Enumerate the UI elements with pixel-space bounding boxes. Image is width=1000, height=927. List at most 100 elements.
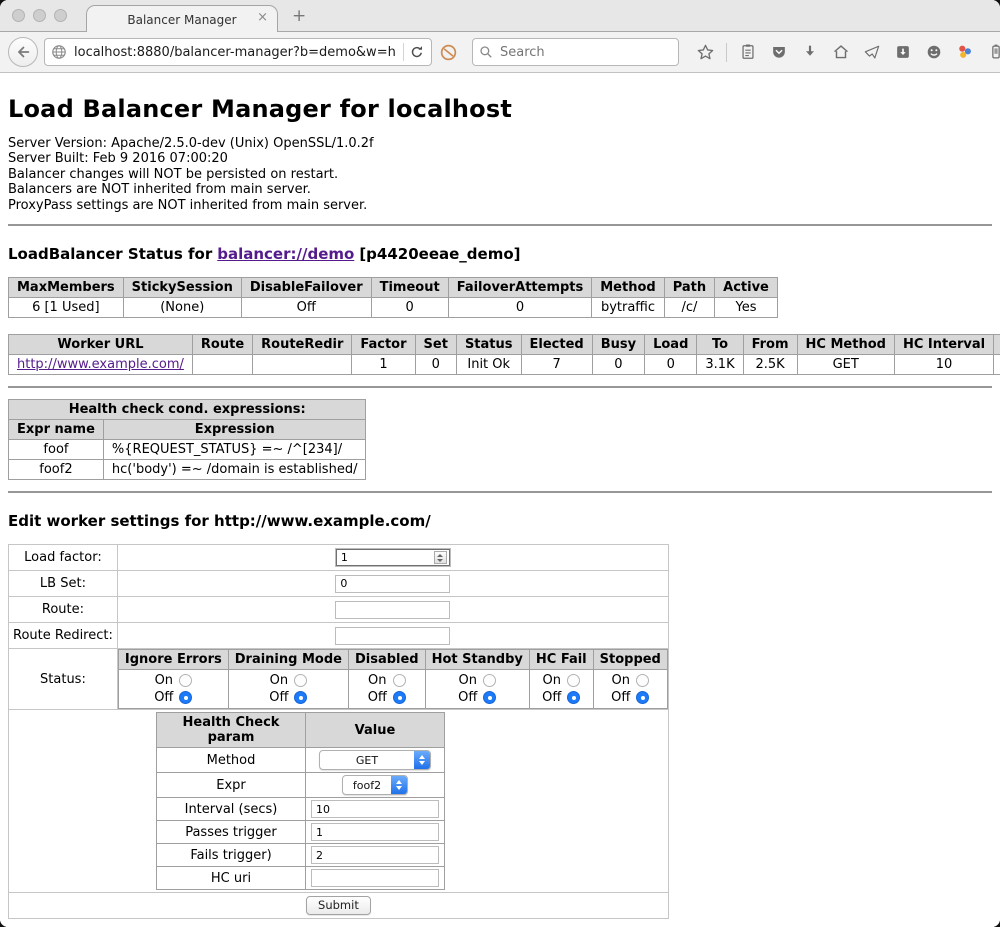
extension-panel-icon[interactable] (986, 42, 1000, 62)
inherit-note-line: Balancers are NOT inherited from main se… (8, 182, 992, 197)
send-tab-icon[interactable] (862, 42, 882, 62)
hc-header-row: Health Check param Value (157, 713, 445, 748)
tab-balancer-manager[interactable]: Balancer Manager × (86, 5, 278, 33)
status-label: Status: (9, 649, 118, 710)
balancer-demo-link[interactable]: balancer://demo (217, 245, 354, 263)
hc-fail-off-radio[interactable] (567, 691, 580, 704)
divider (8, 491, 992, 493)
content-blocker-icon[interactable] (438, 42, 458, 62)
col-maxmembers: MaxMembers (9, 278, 124, 298)
route-redirect-input[interactable] (335, 627, 450, 645)
url-input[interactable] (72, 44, 398, 61)
back-button[interactable] (8, 37, 38, 67)
form-row-health-check: Health Check param Value Method GET (9, 710, 669, 893)
reload-icon[interactable] (409, 44, 425, 60)
fails-input[interactable] (311, 846, 439, 864)
tab-close-icon[interactable]: × (257, 10, 268, 25)
feedback-smiley-icon[interactable] (924, 42, 944, 62)
load-factor-field (336, 549, 450, 566)
col-hc-param: Health Check param (157, 713, 306, 748)
form-row-load-factor: Load factor: (9, 545, 669, 571)
new-tab-button[interactable]: + (292, 6, 306, 26)
col-path: Path (664, 278, 714, 298)
hc-uri-input[interactable] (311, 869, 439, 887)
colored-dots-icon[interactable] (955, 42, 975, 62)
navigation-toolbar (0, 32, 1000, 73)
col-hot-standby: Hot Standby (425, 650, 529, 670)
pocket-icon[interactable] (769, 42, 789, 62)
table-header-row: Expr name Expression (9, 420, 366, 440)
proxypass-note-line: ProxyPass settings are NOT inherited fro… (8, 198, 992, 213)
search-bar[interactable] (472, 38, 679, 66)
search-input[interactable] (498, 44, 672, 61)
window-zoom-button[interactable] (54, 9, 67, 22)
form-row-submit: Submit (9, 893, 669, 919)
hc-expressions-table: Health check cond. expressions: Expr nam… (8, 399, 366, 480)
stopped-off-radio[interactable] (636, 691, 649, 704)
form-row-route: Route: (9, 597, 669, 623)
divider (8, 386, 992, 388)
worker-url-link[interactable]: http://www.example.com/ (17, 357, 184, 372)
reading-list-icon[interactable] (738, 42, 758, 62)
hc-fail-on-radio[interactable] (567, 674, 580, 687)
col-stopped: Stopped (593, 650, 667, 670)
status-table: Ignore Errors Draining Mode Disabled Hot… (118, 649, 668, 709)
url-bar[interactable] (44, 38, 432, 66)
url-divider (403, 43, 404, 61)
window-close-button[interactable] (12, 9, 25, 22)
stopped-on-radio[interactable] (636, 674, 649, 687)
heading-suffix: [p4420eeae_demo] (359, 245, 520, 263)
home-icon[interactable] (831, 42, 851, 62)
expr-row: foof2 hc('body') =~ /domain is establish… (9, 460, 366, 480)
hot-standby-on-radio[interactable] (483, 674, 496, 687)
method-select[interactable]: GET (319, 750, 431, 770)
table-row: 6 [1 Used] (None) Off 0 0 bytraffic /c/ … (9, 298, 778, 318)
browser-window: Balancer Manager × + (0, 0, 1000, 927)
col-timeout: Timeout (371, 278, 448, 298)
col-worker-url: Worker URL (9, 335, 193, 355)
window-minimize-button[interactable] (33, 9, 46, 22)
lb-set-input[interactable] (335, 575, 450, 593)
submit-button[interactable]: Submit (306, 896, 371, 915)
hc-row-expr: Expr foof2 (157, 773, 445, 798)
health-check-table: Health Check param Value Method GET (156, 712, 445, 890)
hc-expressions-title: Health check cond. expressions: (9, 400, 366, 420)
col-ignore-errors: Ignore Errors (118, 650, 228, 670)
hot-standby-off-radio[interactable] (483, 691, 496, 704)
draining-mode-off-radio[interactable] (294, 691, 307, 704)
route-input[interactable] (335, 601, 450, 619)
save-page-icon[interactable] (893, 42, 913, 62)
table-title-row: Health check cond. expressions: (9, 400, 366, 420)
col-stickysession: StickySession (123, 278, 241, 298)
heading-prefix: LoadBalancer Status for (8, 245, 212, 263)
load-factor-label: Load factor: (9, 545, 118, 571)
number-stepper-icon[interactable] (434, 551, 447, 564)
hc-row-passes: Passes trigger (157, 821, 445, 844)
disabled-off-radio[interactable] (393, 691, 406, 704)
server-built-line: Server Built: Feb 9 2016 07:00:20 (8, 151, 992, 166)
interval-input[interactable] (311, 800, 439, 818)
col-hc-value: Value (306, 713, 445, 748)
worker-status-table: Worker URL Route RouteRedir Factor Set S… (8, 334, 1000, 375)
load-factor-input[interactable] (341, 551, 423, 564)
search-icon (479, 45, 493, 59)
server-info: Server Version: Apache/2.5.0-dev (Unix) … (8, 136, 992, 213)
page-title: Load Balancer Manager for localhost (8, 95, 992, 123)
persist-note-line: Balancer changes will NOT be persisted o… (8, 167, 992, 182)
hc-row-fails: Fails trigger) (157, 844, 445, 867)
tab-title: Balancer Manager (127, 13, 236, 27)
ignore-errors-on-radio[interactable] (179, 674, 192, 687)
lb-set-label: LB Set: (9, 571, 118, 597)
window-controls (12, 9, 67, 22)
bookmark-star-icon[interactable] (695, 42, 715, 62)
ignore-errors-off-radio[interactable] (179, 691, 192, 704)
passes-input[interactable] (311, 823, 439, 841)
form-row-status: Status: Ignore Errors Draining Mode Disa… (9, 649, 669, 710)
expr-select[interactable]: foof2 (342, 775, 408, 795)
disabled-on-radio[interactable] (393, 674, 406, 687)
draining-mode-on-radio[interactable] (294, 674, 307, 687)
tab-bar: Balancer Manager × + (0, 0, 1000, 32)
downloads-icon[interactable] (800, 42, 820, 62)
form-row-lb-set: LB Set: (9, 571, 669, 597)
select-stepper-icon (391, 776, 407, 794)
